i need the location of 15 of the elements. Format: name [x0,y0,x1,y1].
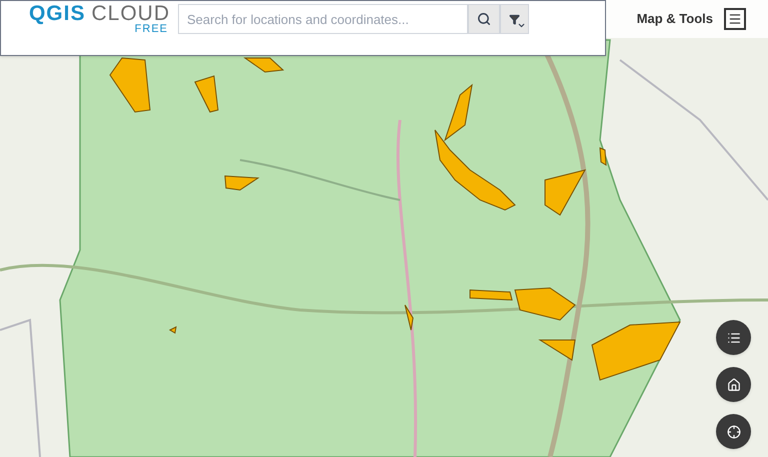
list-icon [726,330,740,344]
crosshair-icon [726,424,740,438]
filter-button[interactable] [500,4,529,34]
search-button[interactable] [468,4,500,34]
menu-icon [728,12,742,26]
caret-icon [517,21,526,30]
logo-tag: FREE [134,24,168,35]
logo-text: QGIS [28,3,86,24]
menu-button[interactable] [724,8,746,30]
logo-text: CLOUD [91,3,170,24]
search-icon [477,12,491,26]
filter-icon [509,14,520,24]
search-field[interactable]: Search for locations and coordinates... [178,4,468,34]
home-icon [726,378,740,392]
map-tools-button[interactable]: Map & Tools [636,9,713,29]
